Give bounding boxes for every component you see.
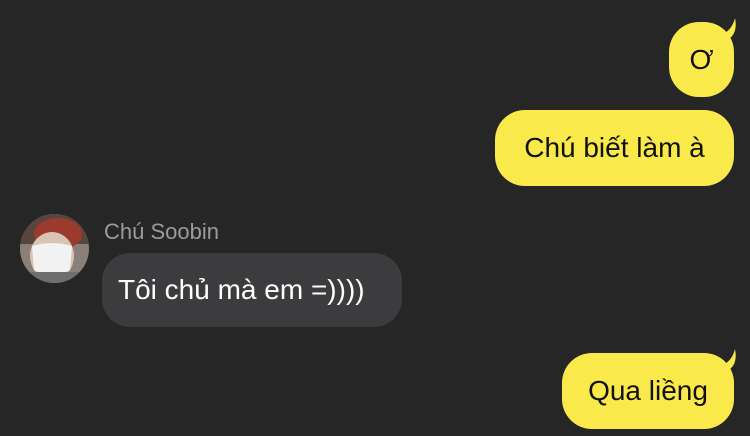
message-text: Tôi chủ mà em =)))) <box>118 274 365 305</box>
avatar[interactable] <box>20 214 89 283</box>
outgoing-message-bubble[interactable]: Chú biết làm à <box>495 110 734 186</box>
message-text: Chú biết làm à <box>524 132 705 163</box>
sender-name: Chú Soobin <box>104 219 219 244</box>
outgoing-message-bubble[interactable]: Qua liềng <box>562 353 734 429</box>
avatar-icon <box>20 214 89 283</box>
incoming-message-bubble[interactable]: Tôi chủ mà em =)))) <box>102 253 402 327</box>
chat-thread: Ơ Chú biết làm à Chú Soobin Tôi chủ mà e… <box>0 0 750 436</box>
bubble-tail-icon <box>719 18 736 40</box>
message-text: Qua liềng <box>588 375 708 406</box>
bubble-tail-icon <box>719 349 736 371</box>
message-text: Ơ <box>689 43 714 75</box>
